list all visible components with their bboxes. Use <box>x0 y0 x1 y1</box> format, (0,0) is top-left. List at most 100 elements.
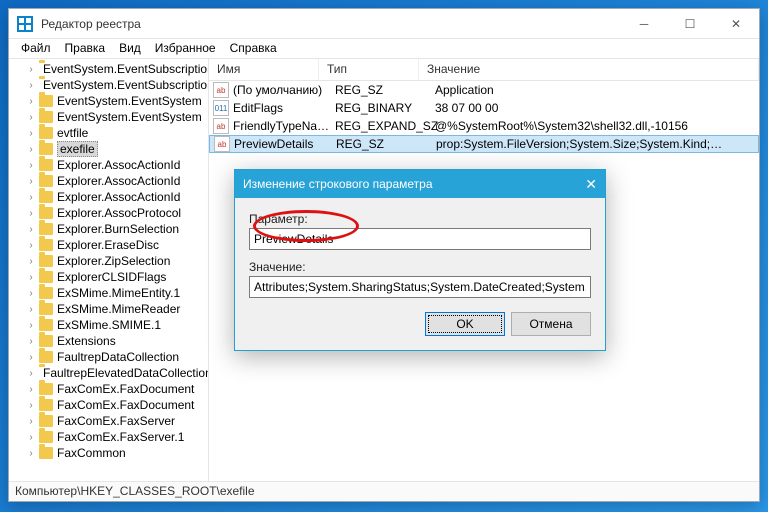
list-header[interactable]: Имя Тип Значение <box>209 59 759 81</box>
tree-item[interactable]: ›Explorer.EraseDisc <box>21 237 208 253</box>
chevron-right-icon[interactable]: › <box>25 144 37 155</box>
value-row[interactable]: ab(По умолчанию)REG_SZApplication <box>209 81 759 99</box>
col-name[interactable]: Имя <box>209 59 319 80</box>
tree-label: evtfile <box>57 126 88 140</box>
chevron-right-icon[interactable]: › <box>25 336 37 347</box>
chevron-right-icon[interactable]: › <box>25 416 37 427</box>
dialog-titlebar[interactable]: Изменение строкового параметра ✕ <box>235 170 605 198</box>
value-name: EditFlags <box>233 101 335 115</box>
tree-item[interactable]: ›FaxCommon <box>21 445 208 461</box>
chevron-right-icon[interactable]: › <box>25 80 37 91</box>
tree-item[interactable]: ›Explorer.ZipSelection <box>21 253 208 269</box>
menu-file[interactable]: Файл <box>15 39 57 58</box>
tree-item[interactable]: ›FaxComEx.FaxServer.1 <box>21 429 208 445</box>
maximize-button[interactable]: ☐ <box>667 9 713 39</box>
col-type[interactable]: Тип <box>319 59 419 80</box>
chevron-right-icon[interactable]: › <box>25 256 37 267</box>
tree-item[interactable]: ›Explorer.BurnSelection <box>21 221 208 237</box>
chevron-right-icon[interactable]: › <box>25 160 37 171</box>
col-value[interactable]: Значение <box>419 59 759 80</box>
tree-item[interactable]: ›FaultrepElevatedDataCollection <box>21 365 208 381</box>
tree-item[interactable]: ›exefile <box>21 141 208 157</box>
menu-favorites[interactable]: Избранное <box>149 39 222 58</box>
chevron-right-icon[interactable]: › <box>25 304 37 315</box>
value-type: REG_SZ <box>336 137 436 151</box>
chevron-right-icon[interactable]: › <box>25 384 37 395</box>
folder-icon <box>39 399 53 411</box>
tree-item[interactable]: ›FaxComEx.FaxDocument <box>21 381 208 397</box>
chevron-right-icon[interactable]: › <box>25 208 37 219</box>
chevron-right-icon[interactable]: › <box>25 352 37 363</box>
chevron-right-icon[interactable]: › <box>25 320 37 331</box>
tree-label: FaxComEx.FaxServer <box>57 414 175 428</box>
tree-item[interactable]: ›EventSystem.EventSubscription <box>21 77 208 93</box>
value-row[interactable]: abPreviewDetailsREG_SZprop:System.FileVe… <box>209 135 759 153</box>
chevron-right-icon[interactable]: › <box>25 432 37 443</box>
string-value-icon: ab <box>214 136 230 152</box>
tree-item[interactable]: ›ExSMime.SMIME.1 <box>21 317 208 333</box>
folder-icon <box>39 351 53 363</box>
tree-pane[interactable]: › EventSystem.EventSubscription › EventSyst… <box>9 59 209 481</box>
tree-item[interactable]: › Explorer.AssocActionId <box>21 173 208 189</box>
folder-icon <box>39 287 53 299</box>
tree-item[interactable]: ›EventSystem.EventSystem <box>21 109 208 125</box>
tree-label: Explorer.AssocActionId <box>57 174 180 188</box>
tree-item[interactable]: ›FaxComEx.FaxDocument <box>21 397 208 413</box>
chevron-right-icon[interactable]: › <box>25 224 37 235</box>
chevron-right-icon[interactable]: › <box>25 288 37 299</box>
param-input[interactable] <box>249 228 591 250</box>
titlebar[interactable]: Редактор реестра ─ ☐ ✕ <box>9 9 759 39</box>
value-type: REG_SZ <box>335 83 435 97</box>
menu-edit[interactable]: Правка <box>59 39 112 58</box>
param-label: Параметр: <box>249 212 591 226</box>
chevron-right-icon[interactable]: › <box>25 448 37 459</box>
chevron-right-icon[interactable]: › <box>25 192 37 203</box>
tree-item[interactable]: › Explorer.AssocProtocol <box>21 205 208 221</box>
tree-label: Explorer.AssocProtocol <box>57 206 181 220</box>
menubar: Файл Правка Вид Избранное Справка <box>9 39 759 59</box>
chevron-right-icon[interactable]: › <box>25 368 37 379</box>
folder-icon <box>39 271 53 283</box>
chevron-right-icon[interactable]: › <box>25 176 37 187</box>
chevron-right-icon[interactable]: › <box>25 400 37 411</box>
menu-view[interactable]: Вид <box>113 39 147 58</box>
dialog-title: Изменение строкового параметра <box>243 177 433 191</box>
chevron-right-icon[interactable]: › <box>25 128 37 139</box>
tree-item[interactable]: ›Explorer.AssocActionId <box>21 157 208 173</box>
tree-label: EventSystem.EventSubscription <box>43 62 209 76</box>
close-button[interactable]: ✕ <box>713 9 759 39</box>
tree-label: Explorer.AssocActionId <box>57 190 180 204</box>
chevron-right-icon[interactable]: › <box>25 240 37 251</box>
value-row[interactable]: 011EditFlagsREG_BINARY38 07 00 00 <box>209 99 759 117</box>
dialog-close-icon[interactable]: ✕ <box>585 176 597 193</box>
tree-item[interactable]: ›ExplorerCLSIDFlags <box>21 269 208 285</box>
app-icon <box>17 16 33 32</box>
value-input[interactable] <box>249 276 591 298</box>
tree-item[interactable]: › Explorer.AssocActionId <box>21 189 208 205</box>
value-data: prop:System.FileVersion;System.Size;Syst… <box>436 137 758 151</box>
value-name: FriendlyTypeNam… <box>233 119 335 133</box>
tree-item[interactable]: › evtfile <box>21 125 208 141</box>
chevron-right-icon[interactable]: › <box>25 96 37 107</box>
tree-item[interactable]: › FaxComEx.FaxServer <box>21 413 208 429</box>
ok-button[interactable]: OK <box>425 312 505 336</box>
tree-item[interactable]: › EventSystem.EventSubscription <box>21 61 208 77</box>
folder-icon <box>39 207 53 219</box>
tree-item[interactable]: ›ExSMime.MimeReader <box>21 301 208 317</box>
menu-help[interactable]: Справка <box>224 39 283 58</box>
tree-item[interactable]: ›Extensions <box>21 333 208 349</box>
tree-label: EventSystem.EventSystem <box>57 94 202 108</box>
cancel-button[interactable]: Отмена <box>511 312 591 336</box>
minimize-button[interactable]: ─ <box>621 9 667 39</box>
value-row[interactable]: abFriendlyTypeNam…REG_EXPAND_SZ@%SystemR… <box>209 117 759 135</box>
chevron-right-icon[interactable]: › <box>25 112 37 123</box>
value-type: REG_EXPAND_SZ <box>335 119 435 133</box>
value-type: REG_BINARY <box>335 101 435 115</box>
chevron-right-icon[interactable]: › <box>25 64 37 75</box>
chevron-right-icon[interactable]: › <box>25 272 37 283</box>
tree-item[interactable]: › EventSystem.EventSystem <box>21 93 208 109</box>
tree-item[interactable]: ›FaultrepDataCollection <box>21 349 208 365</box>
tree-item[interactable]: ›ExSMime.MimeEntity.1 <box>21 285 208 301</box>
string-value-icon: ab <box>213 118 229 134</box>
folder-icon <box>39 159 53 171</box>
